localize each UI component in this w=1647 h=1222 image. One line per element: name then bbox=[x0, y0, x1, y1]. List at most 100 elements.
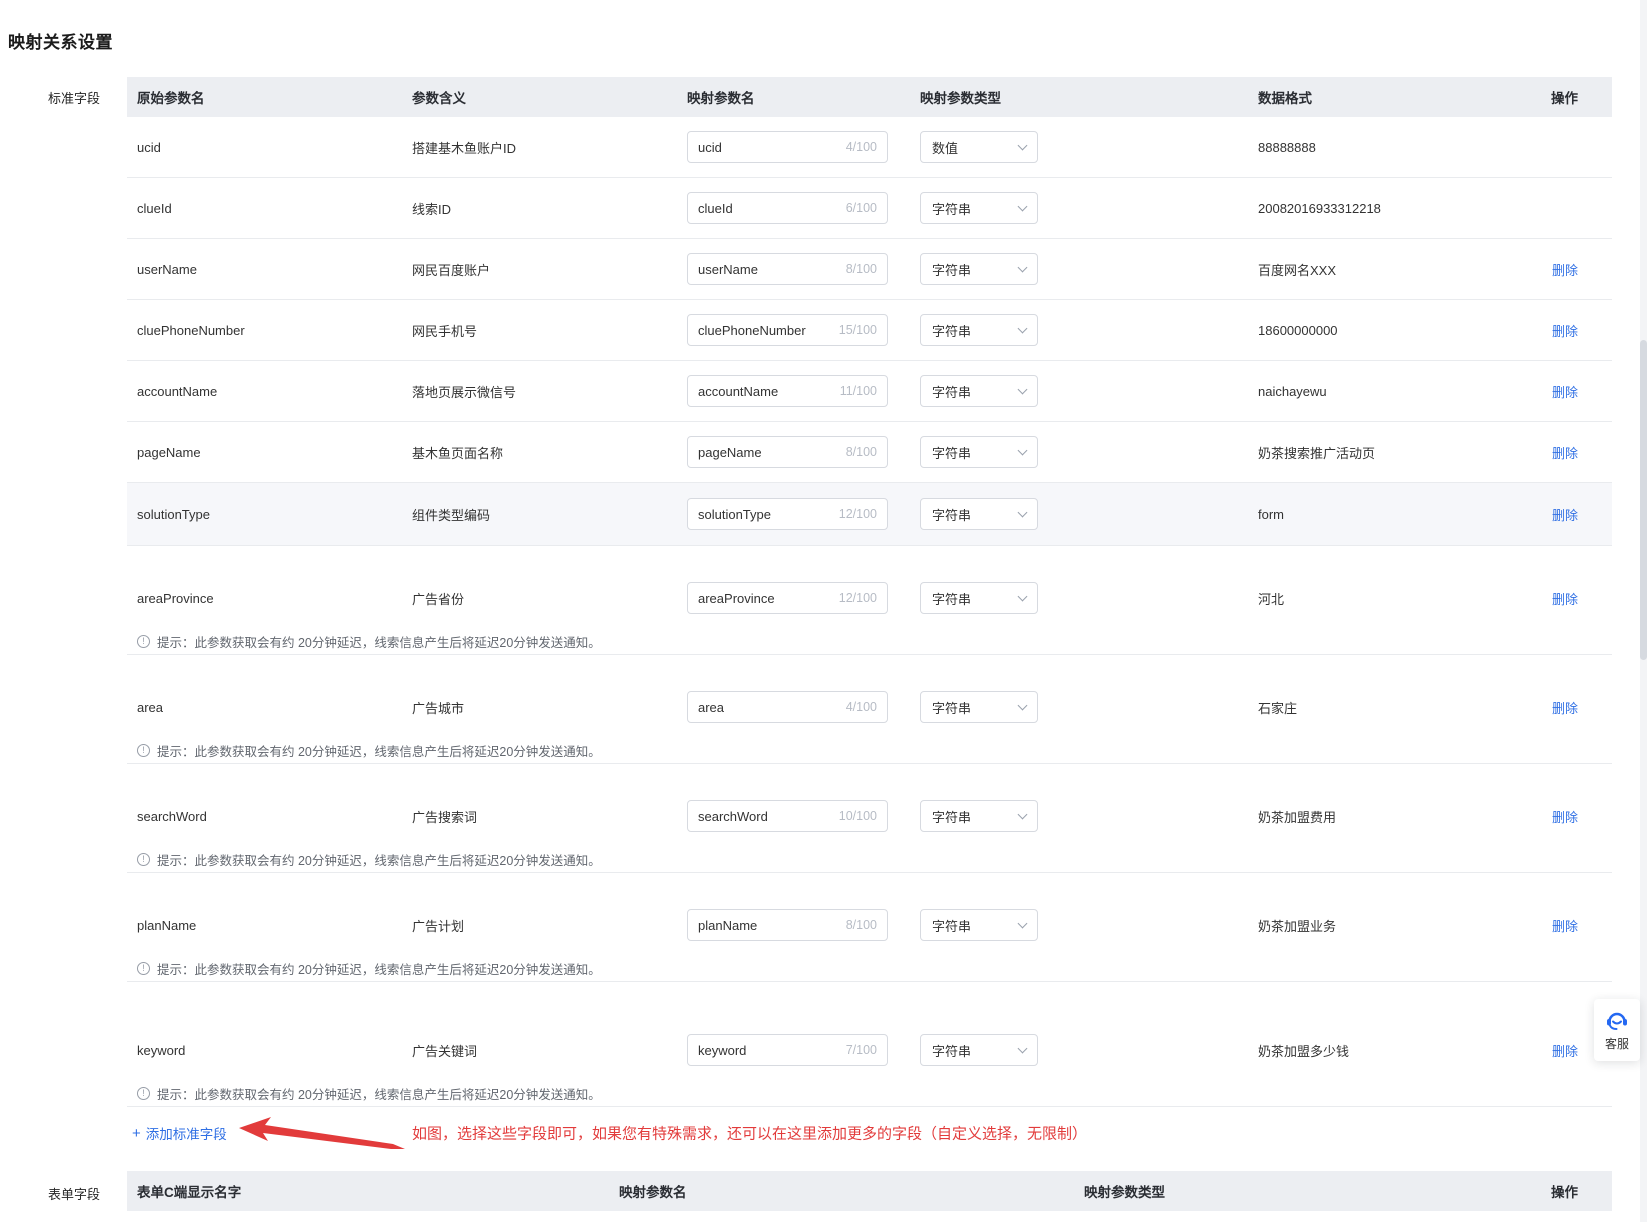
delay-hint-text: 提示：此参数获取会有约 20分钟延迟，线索信息产生后将延迟20分钟发送通知。 bbox=[157, 744, 601, 759]
operation-cell: 删除 bbox=[1502, 505, 1612, 524]
delay-hint: 提示：此参数获取会有约 20分钟延迟，线索信息产生后将延迟20分钟发送通知。 bbox=[127, 955, 1612, 981]
char-counter: 4/100 bbox=[845, 140, 877, 154]
char-counter: 11/100 bbox=[839, 384, 877, 398]
param-type-select[interactable]: 字符串 bbox=[920, 498, 1038, 530]
delete-button[interactable]: 删除 bbox=[1552, 592, 1578, 607]
delete-button[interactable]: 删除 bbox=[1552, 508, 1578, 523]
char-counter: 10/100 bbox=[838, 809, 877, 823]
chevron-down-icon bbox=[1017, 262, 1028, 273]
param-meaning-cell: 网民手机号 bbox=[412, 323, 478, 339]
column-header-mapped-type: 映射参数类型 bbox=[920, 91, 1001, 106]
param-type-select[interactable]: 字符串 bbox=[920, 436, 1038, 468]
mapped-param-input-box: 15/100 bbox=[687, 314, 888, 346]
table-row: userName 网民百度账户 8/100 字符串 百度网名XXX 删除 bbox=[127, 239, 1612, 300]
data-format-cell: 百度网名XXX bbox=[1258, 262, 1337, 278]
table-row: accountName 落地页展示微信号 11/100 字符串 naichayewu 删除 bbox=[127, 361, 1612, 422]
param-type-select[interactable]: 字符串 bbox=[920, 192, 1038, 224]
table-row: areaProvince 广告省份 12/100 字符串 河北 删除提示：此参数获取会有约… bbox=[127, 546, 1612, 655]
mapped-param-input[interactable] bbox=[698, 506, 833, 522]
param-type-cell: 字符串 bbox=[920, 691, 1258, 723]
mapped-param-cell: 8/100 bbox=[687, 253, 920, 285]
original-param-name-cell: searchWord bbox=[137, 808, 207, 824]
original-param-name-cell: keyword bbox=[137, 1042, 186, 1058]
delete-button[interactable]: 删除 bbox=[1552, 701, 1578, 716]
param-type-cell: 字符串 bbox=[920, 800, 1258, 832]
delay-hint-text: 提示：此参数获取会有约 20分钟延迟，线索信息产生后将延迟20分钟发送通知。 bbox=[157, 1087, 601, 1102]
mapped-param-input-box: 4/100 bbox=[687, 691, 888, 723]
param-type-select[interactable]: 字符串 bbox=[920, 1034, 1038, 1066]
headset-icon bbox=[1607, 1012, 1627, 1030]
mapped-param-cell: 10/100 bbox=[687, 800, 920, 832]
plus-icon bbox=[132, 1125, 141, 1142]
param-type-select[interactable]: 字符串 bbox=[920, 691, 1038, 723]
mapped-param-input[interactable] bbox=[698, 1042, 840, 1058]
data-format-cell: 石家庄 bbox=[1258, 700, 1298, 716]
table-row: solutionType 组件类型编码 12/100 字符串 form 删除 bbox=[127, 483, 1612, 546]
mapped-param-cell: 6/100 bbox=[687, 192, 920, 224]
standard-table-header: 原始参数名 参数含义 映射参数名 映射参数类型 数据格式 操作 bbox=[127, 77, 1612, 117]
mapped-param-cell: 11/100 bbox=[687, 375, 920, 407]
mapped-param-input[interactable] bbox=[698, 322, 833, 338]
mapped-param-input[interactable] bbox=[698, 383, 834, 399]
add-standard-field-button[interactable]: 添加标准字段 bbox=[132, 1123, 227, 1143]
table-row: area 广告城市 4/100 字符串 石家庄 删除提示：此参数获取会有约 20分钟延迟，… bbox=[127, 655, 1612, 764]
char-counter: 4/100 bbox=[845, 700, 877, 714]
delete-button[interactable]: 删除 bbox=[1552, 385, 1578, 400]
mapped-param-input[interactable] bbox=[698, 590, 833, 606]
data-format-cell: 河北 bbox=[1258, 591, 1285, 607]
delete-button[interactable]: 删除 bbox=[1552, 446, 1578, 461]
operation-cell: 删除 bbox=[1502, 698, 1612, 717]
param-meaning-cell: 组件类型编码 bbox=[412, 507, 491, 523]
table-row-main: area 广告城市 4/100 字符串 石家庄 删除 bbox=[127, 677, 1612, 737]
chevron-down-icon bbox=[1017, 809, 1028, 820]
page-title: 映射关系设置 bbox=[8, 33, 113, 52]
table-row-main: areaProvince 广告省份 12/100 字符串 河北 删除 bbox=[127, 568, 1612, 628]
delete-button[interactable]: 删除 bbox=[1552, 263, 1578, 278]
add-standard-field-label: 添加标准字段 bbox=[145, 1127, 227, 1142]
mapped-param-input[interactable] bbox=[698, 699, 840, 715]
char-counter: 12/100 bbox=[838, 507, 877, 521]
param-type-select[interactable]: 数值 bbox=[920, 131, 1038, 163]
param-type-select[interactable]: 字符串 bbox=[920, 375, 1038, 407]
column-header-mapped-name: 映射参数名 bbox=[619, 1185, 687, 1200]
char-counter: 8/100 bbox=[845, 918, 877, 932]
operation-cell: 删除 bbox=[1502, 807, 1612, 826]
mapped-param-input[interactable] bbox=[698, 200, 840, 216]
delay-hint-text: 提示：此参数获取会有约 20分钟延迟，线索信息产生后将延迟20分钟发送通知。 bbox=[157, 962, 601, 977]
mapped-param-input[interactable] bbox=[698, 808, 833, 824]
mapped-param-input[interactable] bbox=[698, 917, 840, 933]
delete-button[interactable]: 删除 bbox=[1552, 324, 1578, 339]
param-type-select[interactable]: 字符串 bbox=[920, 253, 1038, 285]
param-type-select[interactable]: 字符串 bbox=[920, 800, 1038, 832]
table-row: pageName 基木鱼页面名称 8/100 字符串 奶茶搜索推广活动页 删除 bbox=[127, 422, 1612, 483]
mapped-param-input[interactable] bbox=[698, 261, 840, 277]
delete-button[interactable]: 删除 bbox=[1552, 1044, 1578, 1059]
param-type-select[interactable]: 字符串 bbox=[920, 314, 1038, 346]
mapped-param-input[interactable] bbox=[698, 139, 840, 155]
info-icon bbox=[137, 1086, 150, 1100]
operation-cell: 删除 bbox=[1502, 382, 1612, 401]
param-type-select[interactable]: 字符串 bbox=[920, 582, 1038, 614]
original-param-name-cell: clueId bbox=[137, 200, 172, 216]
operation-cell: 删除 bbox=[1502, 443, 1612, 462]
add-standard-field-row: 添加标准字段 如图，选择这些字段即可，如果您有特殊需求，还可以在这里添加更多的字… bbox=[127, 1107, 1612, 1159]
param-meaning-cell: 线索ID bbox=[412, 201, 452, 217]
param-meaning-cell: 广告计划 bbox=[412, 918, 465, 934]
param-type-cell: 字符串 bbox=[920, 375, 1258, 407]
data-format-cell: form bbox=[1258, 506, 1284, 522]
mapped-param-input[interactable] bbox=[698, 444, 840, 460]
mapped-param-input-box: 8/100 bbox=[687, 436, 888, 468]
customer-service-button[interactable]: 客服 bbox=[1594, 999, 1640, 1061]
mapped-param-cell: 15/100 bbox=[687, 314, 920, 346]
column-header-operation: 操作 bbox=[1551, 1185, 1578, 1200]
delete-button[interactable]: 删除 bbox=[1552, 919, 1578, 934]
data-format-cell: 奶茶加盟费用 bbox=[1258, 809, 1337, 825]
scrollbar-thumb[interactable] bbox=[1640, 340, 1647, 660]
param-type-value: 字符串 bbox=[932, 809, 972, 825]
delete-button[interactable]: 删除 bbox=[1552, 810, 1578, 825]
char-counter: 8/100 bbox=[845, 262, 877, 276]
table-row-main: solutionType 组件类型编码 12/100 字符串 form 删除 bbox=[127, 483, 1612, 545]
param-type-select[interactable]: 字符串 bbox=[920, 909, 1038, 941]
chevron-down-icon bbox=[1017, 323, 1028, 334]
original-param-name-cell: pageName bbox=[137, 444, 201, 460]
